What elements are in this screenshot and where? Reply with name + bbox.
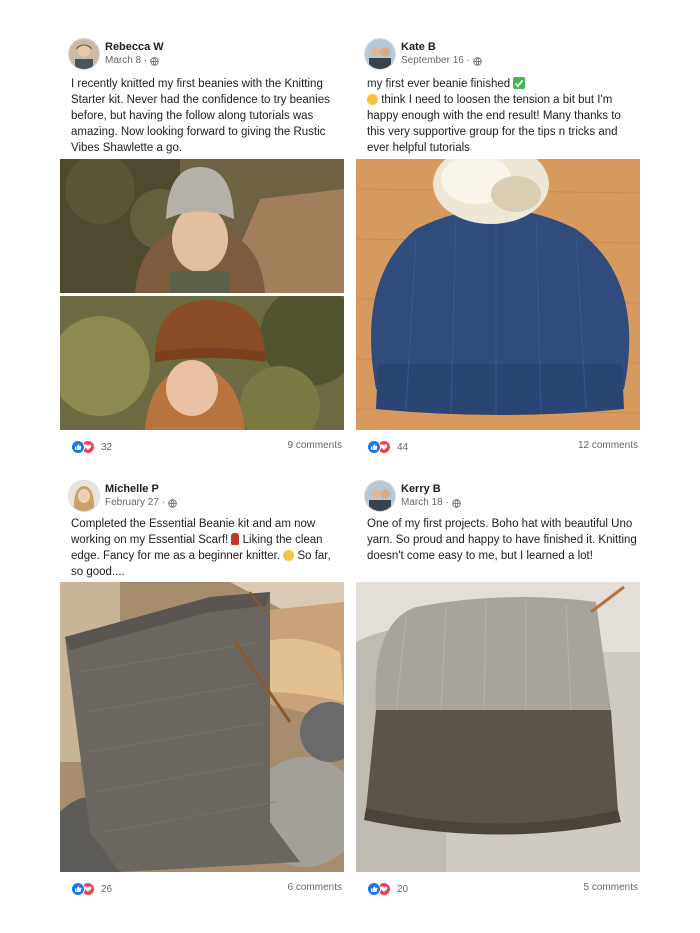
post-photo-two-tone-boho-hat[interactable] bbox=[356, 582, 640, 872]
comments-link[interactable]: 6 comments bbox=[288, 882, 342, 893]
post-header: Rebecca W March 8 · bbox=[68, 38, 164, 70]
avatar[interactable] bbox=[68, 480, 100, 512]
smile-emoji-icon bbox=[283, 550, 295, 561]
post-text: Completed the Essential Beanie kit and a… bbox=[71, 516, 343, 580]
post-text-line: my first ever beanie finished bbox=[367, 78, 511, 90]
post-date-text: March 8 · bbox=[105, 55, 148, 66]
post-card: Rebecca W March 8 · I recently knitted m… bbox=[60, 38, 344, 458]
post-date-text: September 16 · bbox=[401, 55, 470, 66]
reactions-summary[interactable]: 44 bbox=[367, 440, 408, 454]
post-photo-boy-brown-beanie[interactable] bbox=[60, 296, 344, 430]
post-photo-grey-scarf[interactable] bbox=[60, 582, 344, 872]
check-mark-emoji-icon bbox=[513, 77, 526, 89]
author-name[interactable]: Rebecca W bbox=[105, 40, 164, 54]
post-header: Michelle P February 27 · bbox=[68, 480, 177, 512]
post-header: Kate B September 16 · bbox=[364, 38, 482, 70]
comments-link[interactable]: 12 comments bbox=[578, 440, 638, 451]
post-card: Kate B September 16 · my first ever bean… bbox=[356, 38, 640, 458]
post-footer: 26 6 comments bbox=[60, 882, 344, 896]
reaction-count: 44 bbox=[397, 441, 409, 453]
post-photo-navy-pompom-beanie[interactable] bbox=[356, 159, 640, 430]
avatar[interactable] bbox=[364, 480, 396, 512]
post-footer: 32 9 comments bbox=[60, 440, 344, 454]
post-text: I recently knitted my first beanies with… bbox=[71, 78, 330, 154]
post-date-text: February 27 · bbox=[105, 497, 166, 508]
post-card: Kerry B March 18 · One of my first proje… bbox=[356, 480, 640, 900]
comments-link[interactable]: 5 comments bbox=[584, 882, 638, 893]
reactions-summary[interactable]: 20 bbox=[367, 882, 408, 896]
reaction-count: 26 bbox=[101, 883, 113, 895]
author-name[interactable]: Kerry B bbox=[401, 482, 461, 496]
globe-icon bbox=[452, 498, 461, 508]
reaction-count: 32 bbox=[101, 441, 113, 453]
globe-icon bbox=[168, 498, 177, 508]
like-reaction-icon bbox=[71, 440, 85, 454]
like-reaction-icon bbox=[71, 882, 85, 896]
post-footer: 20 5 comments bbox=[356, 882, 640, 896]
comments-link[interactable]: 9 comments bbox=[288, 440, 342, 451]
post-date-text: March 18 · bbox=[401, 497, 449, 508]
avatar[interactable] bbox=[364, 38, 396, 70]
reactions-summary[interactable]: 26 bbox=[71, 882, 112, 896]
scarf-emoji-icon bbox=[231, 533, 240, 545]
reaction-count: 20 bbox=[397, 883, 409, 895]
like-reaction-icon bbox=[367, 882, 381, 896]
post-text: my first ever beanie finished think I ne… bbox=[367, 76, 639, 156]
post-text-rest: think I need to loosen the tension a bit… bbox=[367, 94, 621, 154]
reactions-summary[interactable]: 32 bbox=[71, 440, 112, 454]
globe-icon bbox=[150, 56, 159, 66]
like-reaction-icon bbox=[367, 440, 381, 454]
post-header: Kerry B March 18 · bbox=[364, 480, 461, 512]
avatar[interactable] bbox=[68, 38, 100, 70]
post-card: Michelle P February 27 · Completed the E… bbox=[60, 480, 344, 900]
post-photo-girl-grey-beanie[interactable] bbox=[60, 159, 344, 293]
post-date[interactable]: September 16 · bbox=[401, 54, 482, 68]
post-text: One of my first projects. Boho hat with … bbox=[367, 518, 637, 562]
post-date[interactable]: February 27 · bbox=[105, 496, 177, 510]
author-name[interactable]: Michelle P bbox=[105, 482, 177, 496]
post-date[interactable]: March 18 · bbox=[401, 496, 461, 510]
globe-icon bbox=[473, 56, 482, 66]
post-date[interactable]: March 8 · bbox=[105, 54, 164, 68]
post-footer: 44 12 comments bbox=[356, 440, 640, 454]
face-emoji-icon bbox=[367, 94, 378, 105]
author-name[interactable]: Kate B bbox=[401, 40, 482, 54]
